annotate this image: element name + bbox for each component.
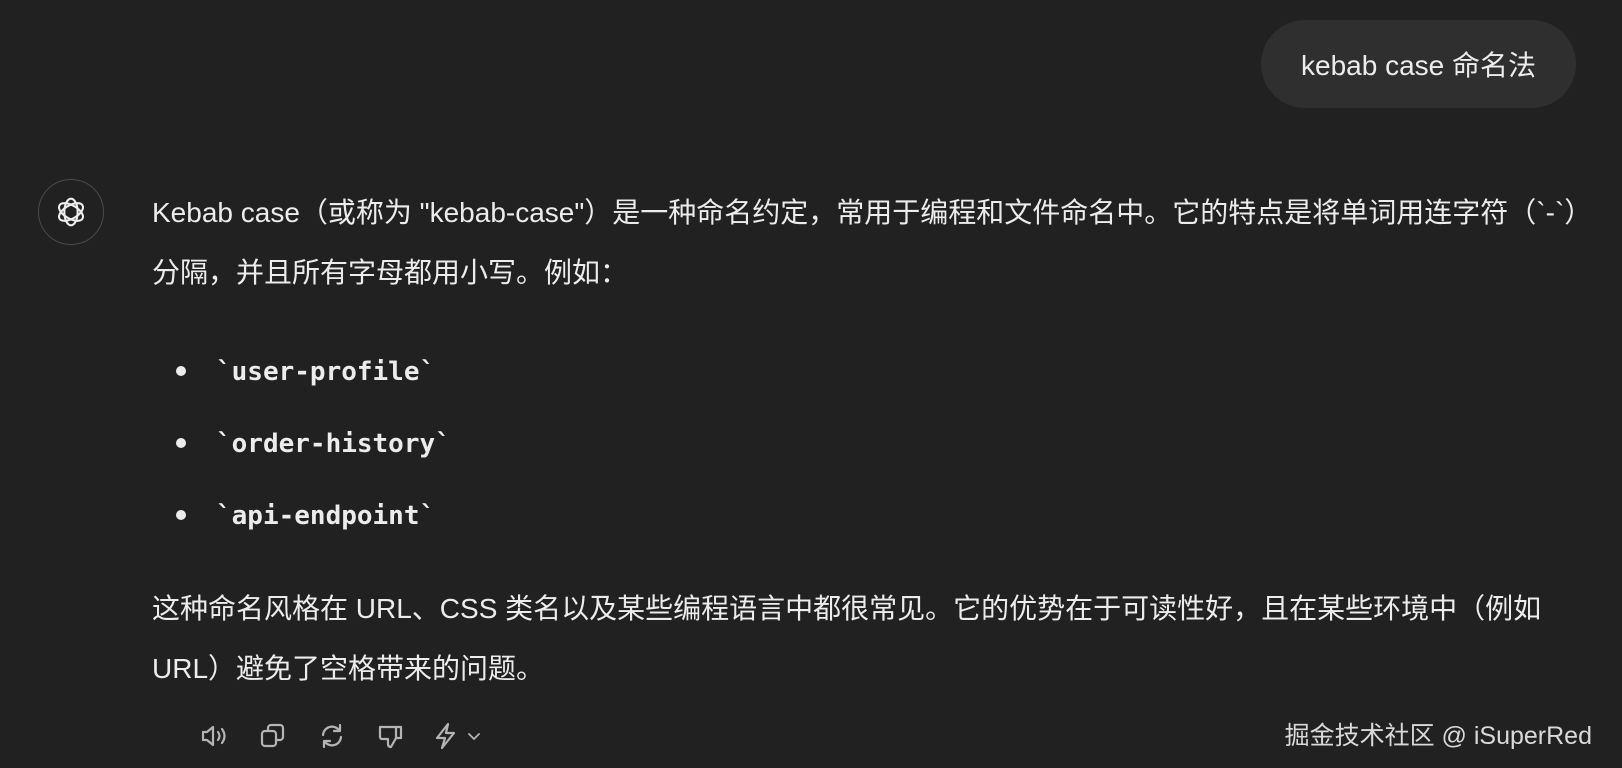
user-message-bubble: kebab case 命名法 [1261, 20, 1576, 108]
assistant-message: Kebab case（或称为 "kebab-case"）是一种命名约定，常用于编… [152, 183, 1582, 699]
thumbs-down-icon [378, 725, 403, 749]
user-message-text: kebab case 命名法 [1301, 50, 1536, 81]
assistant-avatar [38, 179, 104, 245]
lightning-icon [435, 722, 480, 750]
read-aloud-button[interactable] [196, 718, 232, 754]
watermark: 掘金技术社区 @ iSuperRed [1284, 722, 1592, 750]
openai-logo-icon [57, 197, 85, 227]
bad-response-button[interactable] [373, 718, 409, 754]
list-item: `order-history` [152, 407, 1582, 479]
inline-code: `order-history` [216, 429, 451, 459]
copy-icon [260, 723, 285, 748]
bullet-icon [176, 438, 186, 448]
bullet-icon [176, 510, 186, 520]
answer-outro-paragraph: 这种命名风格在 URL、CSS 类名以及某些编程语言中都很常见。它的优势在于可读… [152, 593, 1542, 684]
chevron-down-icon [468, 733, 480, 740]
bullet-icon [176, 366, 186, 376]
examples-list: `user-profile` `order-history` `api-endp… [152, 335, 1582, 551]
model-switch-button[interactable] [432, 718, 488, 754]
regenerate-button[interactable] [314, 718, 350, 754]
speaker-icon [201, 725, 226, 747]
answer-intro-paragraph: Kebab case（或称为 "kebab-case"）是一种命名约定，常用于编… [152, 197, 1579, 288]
inline-code: `api-endpoint` [216, 501, 436, 531]
copy-button[interactable] [255, 718, 291, 754]
regenerate-icon [321, 723, 343, 749]
message-actions-bar [196, 718, 488, 754]
list-item: `api-endpoint` [152, 479, 1582, 551]
inline-code: `user-profile` [216, 357, 436, 387]
list-item: `user-profile` [152, 335, 1582, 407]
